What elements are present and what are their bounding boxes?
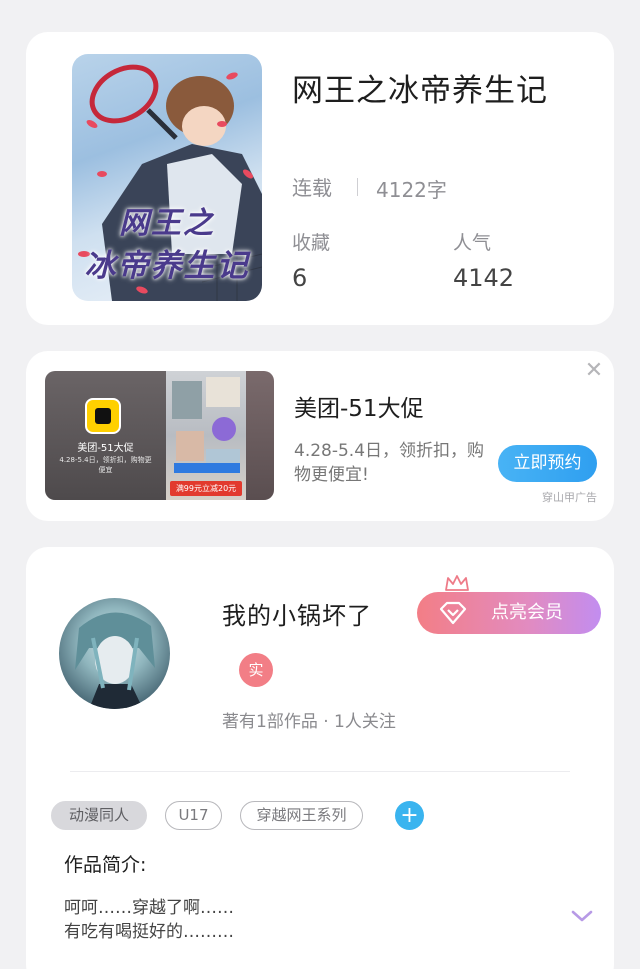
cover-title-line2: 冰帝养生记 xyxy=(84,248,250,284)
ad-image-left: 美团-51大促 4.28-5.4日，领折扣，购物更便宜 xyxy=(45,371,166,500)
popularity-value: 4142 xyxy=(453,264,515,292)
intro-heading: 作品简介: xyxy=(64,854,147,876)
intro-line: 有吃有喝挺好的……… xyxy=(64,922,234,942)
section-divider xyxy=(70,771,570,772)
avatar[interactable] xyxy=(59,598,170,709)
book-cover-image[interactable]: 网王之 冰帝养生记 xyxy=(72,54,262,301)
author-name: 我的小锅坏了 xyxy=(222,602,372,630)
book-status: 连载 xyxy=(292,176,332,200)
favorites-label: 收藏 xyxy=(292,232,331,254)
vip-button-label: 点亮会员 xyxy=(491,602,563,623)
cover-title-line1: 网王之 xyxy=(119,206,215,241)
popularity-label: 人气 xyxy=(453,232,492,254)
author-info-card: 我的小锅坏了 点亮会员 实 著有1部作品 · 1人关注 动漫同人 U17 穿越网… xyxy=(26,547,614,969)
status-divider xyxy=(357,178,358,196)
avatar-illustration xyxy=(75,612,155,709)
close-icon[interactable]: ✕ xyxy=(583,360,605,382)
chevron-down-icon[interactable] xyxy=(571,909,593,923)
meituan-logo-icon xyxy=(85,398,121,434)
ad-banner-card[interactable]: 美团-51大促 4.28-5.4日，领折扣，购物更便宜 满99元立减20元 美团… xyxy=(26,351,614,521)
intro-line: 呵呵……穿越了啊…… xyxy=(64,898,234,918)
diamond-icon xyxy=(439,601,467,625)
book-word-count: 4122字 xyxy=(376,178,447,202)
ad-image-right xyxy=(246,371,274,500)
add-tag-button[interactable]: + xyxy=(395,801,424,830)
real-name-badge: 实 xyxy=(239,653,273,687)
ad-source-label: 穿山甲广告 xyxy=(542,491,597,504)
tag-item[interactable]: 穿越网王系列 xyxy=(240,801,363,830)
ad-title: 美团-51大促 xyxy=(294,396,424,422)
vip-activate-button[interactable]: 点亮会员 xyxy=(417,592,601,634)
favorites-value: 6 xyxy=(292,264,308,292)
ad-image-title: 美团-51大促 xyxy=(77,443,134,454)
ad-reserve-button[interactable]: 立即预约 xyxy=(498,445,597,482)
intro-text: 呵呵……穿越了啊…… 有吃有喝挺好的……… xyxy=(64,896,364,944)
ad-image-desc: 4.28-5.4日，领折扣，购物更便宜 xyxy=(59,456,152,474)
ad-promo-strip: 满99元立减20元 xyxy=(170,481,242,496)
crown-icon xyxy=(445,575,469,591)
ad-description: 4.28-5.4日，领折扣，购物更便宜! xyxy=(294,441,485,485)
ad-image-products: 满99元立减20元 xyxy=(166,371,246,500)
author-meta: 著有1部作品 · 1人关注 xyxy=(222,712,396,732)
book-info-card: 网王之 冰帝养生记 网王之冰帝养生记 连载 4122字 收藏 6 人气 4142 xyxy=(26,32,614,325)
tag-item[interactable]: U17 xyxy=(165,801,222,830)
book-title: 网王之冰帝养生记 xyxy=(292,73,548,109)
tag-item[interactable]: 动漫同人 xyxy=(51,801,147,830)
